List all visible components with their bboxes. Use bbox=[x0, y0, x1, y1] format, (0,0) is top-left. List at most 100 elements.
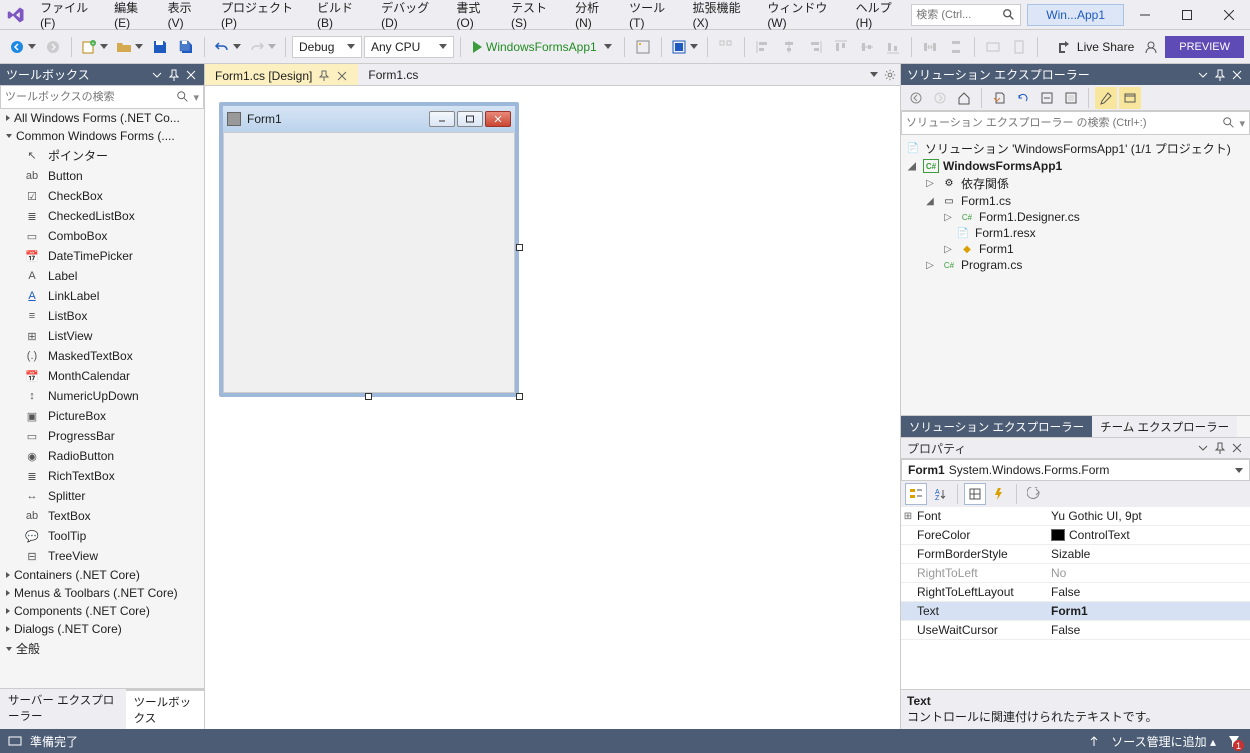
explorer-search-input[interactable] bbox=[906, 117, 1222, 129]
toolbox-item-maskedtextbox[interactable]: (.)MaskedTextBox bbox=[0, 346, 204, 366]
title-search[interactable] bbox=[911, 4, 1021, 26]
toolbox-item-listbox[interactable]: ≡ListBox bbox=[0, 306, 204, 326]
dropdown-icon[interactable] bbox=[1196, 441, 1210, 455]
tree-programcs[interactable]: ▷C#Program.cs bbox=[901, 257, 1250, 273]
toolbox-item-checkbox[interactable]: ☑CheckBox bbox=[0, 186, 204, 206]
tab-solution-explorer[interactable]: ソリューション エクスプローラー bbox=[901, 416, 1092, 437]
exp-collapse[interactable] bbox=[1036, 87, 1058, 109]
preview-button[interactable]: PREVIEW bbox=[1165, 36, 1244, 58]
prop-row-formborder[interactable]: FormBorderStyleSizable bbox=[901, 545, 1250, 564]
platform-dropdown[interactable]: Any CPU bbox=[364, 36, 454, 58]
props-propertypages[interactable] bbox=[1023, 483, 1045, 505]
pin-icon[interactable] bbox=[1213, 441, 1227, 455]
tab-team-explorer[interactable]: チーム エクスプローラー bbox=[1092, 416, 1237, 437]
menu-tools[interactable]: ツール(T) bbox=[620, 0, 683, 34]
doc-tab-form1-cs[interactable]: Form1.cs bbox=[358, 64, 428, 85]
toolbox-cat-menus[interactable]: Menus & Toolbars (.NET Core) bbox=[0, 584, 204, 602]
toolbox-item-tooltip[interactable]: 💬ToolTip bbox=[0, 526, 204, 546]
status-source-control[interactable]: ソース管理に追加 ▴ bbox=[1111, 733, 1216, 750]
undo-button[interactable] bbox=[211, 35, 244, 59]
close-icon[interactable] bbox=[1230, 441, 1244, 455]
toolbox-cat-general[interactable]: 全般 bbox=[0, 638, 204, 659]
form-designer-window[interactable]: Form1 bbox=[219, 102, 519, 397]
menu-window[interactable]: ウィンドウ(W) bbox=[758, 0, 846, 34]
close-icon[interactable] bbox=[184, 68, 198, 82]
exp-fwd[interactable] bbox=[929, 87, 951, 109]
props-alphabetical[interactable]: AZ bbox=[929, 483, 951, 505]
toolbox-search[interactable]: ▾ bbox=[0, 85, 204, 109]
menu-file[interactable]: ファイル(F) bbox=[31, 0, 105, 34]
exp-home[interactable] bbox=[953, 87, 975, 109]
toolbox-cat-all[interactable]: All Windows Forms (.NET Co... bbox=[0, 109, 204, 127]
gear-icon[interactable] bbox=[884, 69, 896, 81]
pin-icon[interactable] bbox=[318, 70, 330, 82]
toolbox-item-textbox[interactable]: abTextBox bbox=[0, 506, 204, 526]
arrow-up-icon[interactable] bbox=[1087, 734, 1101, 748]
tab-server-explorer[interactable]: サーバー エクスプローラー bbox=[0, 689, 126, 729]
menu-view[interactable]: 表示(V) bbox=[159, 0, 212, 34]
menu-test[interactable]: テスト(S) bbox=[502, 0, 566, 34]
toolbox-item-pointer[interactable]: ↖ポインター bbox=[0, 145, 204, 166]
prop-row-text[interactable]: TextForm1 bbox=[901, 602, 1250, 621]
prop-row-waitcursor[interactable]: UseWaitCursorFalse bbox=[901, 621, 1250, 640]
tree-form1resx[interactable]: 📄Form1.resx bbox=[901, 225, 1250, 241]
save-all-button[interactable] bbox=[174, 35, 198, 59]
new-project-button[interactable]: + bbox=[78, 35, 111, 59]
window-minimize[interactable] bbox=[1124, 0, 1166, 30]
tree-solution[interactable]: 📄ソリューション 'WindowsFormsApp1' (1/1 プロジェクト) bbox=[901, 139, 1250, 158]
toolbox-item-datetimepicker[interactable]: 📅DateTimePicker bbox=[0, 246, 204, 266]
dropdown-icon[interactable]: ▾ bbox=[1236, 117, 1245, 130]
toolbox-item-label[interactable]: ALabel bbox=[0, 266, 204, 286]
explorer-search[interactable]: ▾ bbox=[901, 111, 1250, 135]
toolbox-item-combobox[interactable]: ▭ComboBox bbox=[0, 226, 204, 246]
toolbox-cat-dialogs[interactable]: Dialogs (.NET Core) bbox=[0, 620, 204, 638]
window-close[interactable] bbox=[1208, 0, 1250, 30]
nav-back[interactable] bbox=[6, 35, 39, 59]
config-dropdown[interactable]: Debug bbox=[292, 36, 362, 58]
feedback-button[interactable] bbox=[1139, 35, 1163, 59]
open-button[interactable] bbox=[113, 35, 146, 59]
window-maximize[interactable] bbox=[1166, 0, 1208, 30]
prop-row-font[interactable]: ⊞FontYu Gothic UI, 9pt bbox=[901, 507, 1250, 526]
title-search-input[interactable] bbox=[916, 9, 1002, 21]
menu-analyze[interactable]: 分析(N) bbox=[566, 0, 620, 34]
toolbox-item-monthcalendar[interactable]: 📅MonthCalendar bbox=[0, 366, 204, 386]
menu-build[interactable]: ビルド(B) bbox=[308, 0, 372, 34]
live-share-button[interactable]: Live Share bbox=[1054, 35, 1137, 59]
pin-icon[interactable] bbox=[1213, 68, 1227, 82]
toolbar-btn-a[interactable] bbox=[631, 35, 655, 59]
toolbox-item-picturebox[interactable]: ▣PictureBox bbox=[0, 406, 204, 426]
tree-form1class[interactable]: ▷◆Form1 bbox=[901, 241, 1250, 257]
close-icon[interactable] bbox=[336, 70, 348, 82]
prop-row-forecolor[interactable]: ForeColorControlText bbox=[901, 526, 1250, 545]
tree-project[interactable]: ◢C#WindowsFormsApp1 bbox=[901, 158, 1250, 174]
prop-row-rtllayout[interactable]: RightToLeftLayoutFalse bbox=[901, 583, 1250, 602]
run-button[interactable]: WindowsFormsApp1 bbox=[467, 35, 618, 59]
toolbox-item-richtextbox[interactable]: ≣RichTextBox bbox=[0, 466, 204, 486]
toolbox-item-checkedlistbox[interactable]: ≣CheckedListBox bbox=[0, 206, 204, 226]
exp-refresh[interactable] bbox=[1012, 87, 1034, 109]
menu-format[interactable]: 書式(O) bbox=[447, 0, 502, 34]
toolbar-btn-b[interactable] bbox=[668, 35, 701, 59]
toolbox-item-button[interactable]: abButton bbox=[0, 166, 204, 186]
toolbox-cat-components[interactable]: Components (.NET Core) bbox=[0, 602, 204, 620]
design-surface[interactable]: Form1 bbox=[205, 86, 900, 729]
save-button[interactable] bbox=[148, 35, 172, 59]
menu-debug[interactable]: デバッグ(D) bbox=[372, 0, 447, 34]
prop-row-rtl[interactable]: RightToLeftNo bbox=[901, 564, 1250, 583]
props-categorized[interactable] bbox=[905, 483, 927, 505]
doc-tab-form1-design[interactable]: Form1.cs [Design] bbox=[205, 64, 358, 85]
close-icon[interactable] bbox=[1230, 68, 1244, 82]
toolbox-search-input[interactable] bbox=[5, 91, 176, 103]
toolbox-cat-containers[interactable]: Containers (.NET Core) bbox=[0, 566, 204, 584]
exp-properties[interactable] bbox=[1095, 87, 1117, 109]
exp-showall[interactable] bbox=[1060, 87, 1082, 109]
clear-icon[interactable]: ▾ bbox=[190, 91, 199, 104]
toolbox-item-progressbar[interactable]: ▭ProgressBar bbox=[0, 426, 204, 446]
exp-back[interactable] bbox=[905, 87, 927, 109]
props-events[interactable] bbox=[988, 483, 1010, 505]
toolbox-item-splitter[interactable]: ↔Splitter bbox=[0, 486, 204, 506]
exp-preview[interactable] bbox=[1119, 87, 1141, 109]
form-client-area[interactable] bbox=[223, 132, 515, 393]
toolbox-item-listview[interactable]: ⊞ListView bbox=[0, 326, 204, 346]
